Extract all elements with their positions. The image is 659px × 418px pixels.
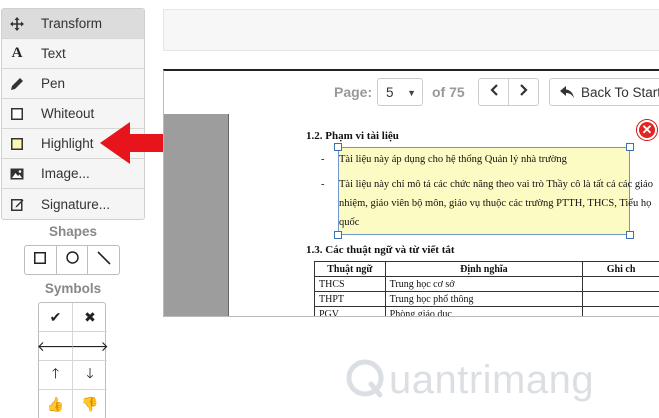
page-select-value: 5: [386, 84, 394, 100]
shape-line-button[interactable]: [88, 246, 119, 274]
tool-label: Pen: [41, 76, 66, 91]
page-count-label: of 75: [432, 84, 465, 100]
tool-label: Text: [41, 46, 66, 61]
back-to-start-button[interactable]: Back To Start: [549, 78, 659, 106]
table-header: Thuật ngữ: [314, 261, 386, 277]
pen-icon: [2, 77, 32, 90]
table-row: THPT Trung học phổ thông: [314, 291, 659, 307]
highlight-icon: [2, 137, 32, 150]
tool-label: Whiteout: [41, 106, 95, 121]
cross-symbol-button[interactable]: ✖: [73, 303, 107, 332]
shapes-title: Shapes: [48, 224, 98, 239]
tool-panel: Transform A Text Pen Whiteout Highlight …: [1, 8, 145, 220]
arrow-left-icon: 🡐: [36, 337, 75, 354]
tool-signature[interactable]: Signature...: [2, 189, 144, 219]
resize-handle[interactable]: [334, 231, 342, 239]
move-icon: [2, 16, 32, 31]
tool-transform[interactable]: Transform: [2, 9, 144, 39]
bullet-text: Tài liệu này chỉ mô tả các chức năng the…: [339, 179, 653, 190]
table-header: Định nghĩa: [384, 261, 584, 277]
page-select[interactable]: 5 ▼: [377, 78, 423, 106]
table-cell: THCS: [314, 276, 386, 292]
arrow-down-icon: 🡓: [86, 365, 94, 381]
tool-label: Image...: [41, 166, 90, 181]
table-header: Ghi ch: [582, 261, 659, 277]
resize-handle[interactable]: [626, 143, 634, 151]
arrow-left-symbol-button[interactable]: 🡐: [36, 332, 75, 361]
cross-icon: ✖: [84, 308, 96, 325]
chevron-right-icon: [519, 83, 529, 101]
watermark-logo-icon: [345, 358, 385, 403]
whiteout-icon: [2, 107, 32, 120]
terms-table: Thuật ngữ Định nghĩa Ghi ch THCS Trung h…: [314, 261, 659, 316]
table-cell: [582, 276, 659, 292]
shape-rectangle-button[interactable]: [25, 246, 57, 274]
prev-page-button[interactable]: [478, 78, 509, 106]
text-icon: A: [11, 45, 23, 61]
bullet-text: nhiệm, giáo viên bộ môn, giáo vụ thuộc c…: [339, 198, 652, 209]
bullet-text: quốc: [339, 217, 360, 228]
watermark-text: uantrimang: [389, 358, 595, 402]
check-icon: ✔: [49, 308, 62, 325]
watermark: uantrimang: [345, 358, 594, 403]
chevron-down-icon: ▼: [407, 88, 416, 98]
arrow-up-symbol-button[interactable]: 🡑: [39, 361, 73, 390]
table-row: THCS Trung học cơ sở: [314, 276, 659, 292]
tool-text[interactable]: A Text: [2, 39, 144, 69]
tool-label: Signature...: [41, 196, 111, 212]
close-icon: ✕: [641, 122, 653, 137]
thumbs-down-symbol-button[interactable]: 👎: [73, 390, 107, 418]
document-page: 1.2. Phạm vi tài liệu - Tài liệu này áp …: [230, 114, 659, 316]
page-thumbnail-gutter: [164, 114, 229, 316]
resize-handle[interactable]: [626, 231, 634, 239]
table-cell: Trung học cơ sở: [384, 276, 584, 292]
next-page-button[interactable]: [508, 78, 539, 106]
table-cell: [582, 306, 659, 316]
table-row: PGV Phòng giáo dục: [314, 306, 659, 316]
table-cell: Trung học phổ thông: [384, 291, 584, 307]
page-navigation: Page: 5 ▼ of 75 Back To Start: [164, 71, 659, 113]
symbols-title: Symbols: [44, 281, 102, 296]
arrow-down-symbol-button[interactable]: 🡓: [73, 361, 107, 390]
signature-icon: [2, 198, 32, 211]
section-heading-1-2: 1.2. Phạm vi tài liệu: [306, 130, 399, 142]
reply-arrow-icon: [560, 86, 574, 98]
table-cell: Phòng giáo dục: [384, 306, 584, 316]
table-cell: PGV: [314, 306, 386, 316]
tool-label: Transform: [41, 16, 103, 31]
arrow-right-symbol-button[interactable]: 🡒: [71, 332, 109, 361]
back-to-start-label: Back To Start: [581, 84, 659, 100]
document-viewer: Page: 5 ▼ of 75 Back To Start 1.2. Phạm …: [163, 69, 659, 317]
arrow-up-icon: 🡑: [51, 365, 60, 381]
thumbs-up-icon: 👍: [46, 396, 65, 412]
table-cell: [582, 291, 659, 307]
thumbs-down-icon: 👎: [81, 396, 99, 412]
rectangle-icon: [34, 251, 47, 269]
circle-icon: [65, 251, 79, 269]
tool-label: Highlight: [41, 136, 94, 151]
thumbs-up-symbol-button[interactable]: 👍: [39, 390, 73, 418]
chevron-left-icon: [489, 83, 499, 101]
arrow-right-icon: 🡒: [71, 337, 109, 354]
image-icon: [2, 168, 32, 180]
line-icon: [97, 250, 111, 270]
symbols-grid: ✔ ✖ 🡐 🡒 🡑 🡓 👍 👎: [36, 302, 109, 418]
top-toolbar: [163, 9, 659, 51]
check-symbol-button[interactable]: ✔: [39, 303, 73, 332]
shape-circle-button[interactable]: [57, 246, 89, 274]
shapes-group: [24, 245, 120, 275]
bullet-dash: -: [321, 179, 325, 190]
bullet-text: Tài liệu này áp dụng cho hệ thống Quản l…: [339, 154, 567, 165]
bullet-dash: -: [321, 154, 325, 165]
section-heading-1-3: 1.3. Các thuật ngữ và từ viết tắt: [306, 244, 455, 256]
delete-annotation-button[interactable]: ✕: [637, 120, 657, 140]
page-label: Page:: [334, 84, 373, 100]
table-cell: THPT: [314, 291, 386, 307]
tool-pen[interactable]: Pen: [2, 69, 144, 99]
resize-handle[interactable]: [334, 143, 342, 151]
